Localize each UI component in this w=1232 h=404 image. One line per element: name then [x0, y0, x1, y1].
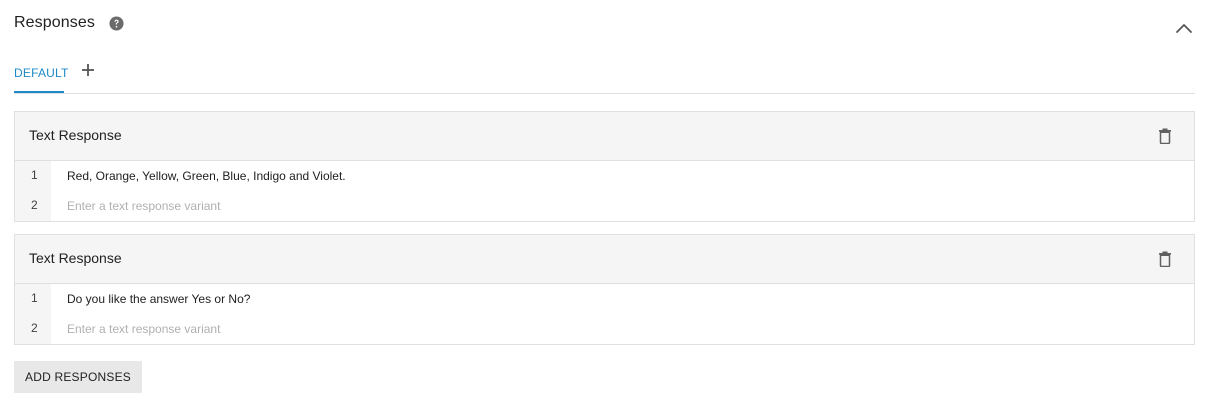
card-title: Text Response	[29, 127, 122, 143]
row-number: 1	[15, 284, 51, 314]
response-variant-row: 2	[15, 191, 1194, 221]
chevron-up-icon[interactable]	[1174, 18, 1194, 38]
response-variant-row: 2	[15, 314, 1194, 344]
help-icon[interactable]	[109, 15, 124, 31]
trash-icon[interactable]	[1158, 128, 1172, 145]
tab-active-indicator	[14, 91, 64, 93]
section-title: Responses	[14, 14, 95, 31]
text-response-card: Text Response 1 Red, Orange, Yellow, Gre…	[14, 111, 1195, 222]
row-number: 2	[15, 314, 51, 344]
response-tabs: DEFAULT	[14, 58, 1195, 94]
card-header: Text Response	[15, 235, 1194, 284]
response-variant-text[interactable]: Red, Orange, Yellow, Green, Blue, Indigo…	[51, 161, 1194, 191]
add-responses-button[interactable]: ADD RESPONSES	[14, 361, 142, 393]
row-number: 2	[15, 191, 51, 221]
response-variants: 1 Red, Orange, Yellow, Green, Blue, Indi…	[15, 161, 1194, 221]
row-number: 1	[15, 161, 51, 191]
section-header: Responses	[14, 10, 124, 36]
tab-default-label: DEFAULT	[14, 66, 69, 80]
tab-default[interactable]: DEFAULT	[14, 58, 68, 93]
response-variant-input[interactable]	[51, 192, 1194, 220]
response-variants: 1 Do you like the answer Yes or No? 2	[15, 284, 1194, 344]
card-title: Text Response	[29, 250, 122, 266]
plus-icon[interactable]	[80, 62, 96, 78]
trash-icon[interactable]	[1158, 251, 1172, 268]
card-header: Text Response	[15, 112, 1194, 161]
response-variant-input[interactable]	[51, 315, 1194, 343]
response-variant-row: 1 Red, Orange, Yellow, Green, Blue, Indi…	[15, 161, 1194, 191]
response-variant-row: 1 Do you like the answer Yes or No?	[15, 284, 1194, 314]
response-variant-text[interactable]: Do you like the answer Yes or No?	[51, 284, 1194, 314]
text-response-card: Text Response 1 Do you like the answer Y…	[14, 234, 1195, 345]
